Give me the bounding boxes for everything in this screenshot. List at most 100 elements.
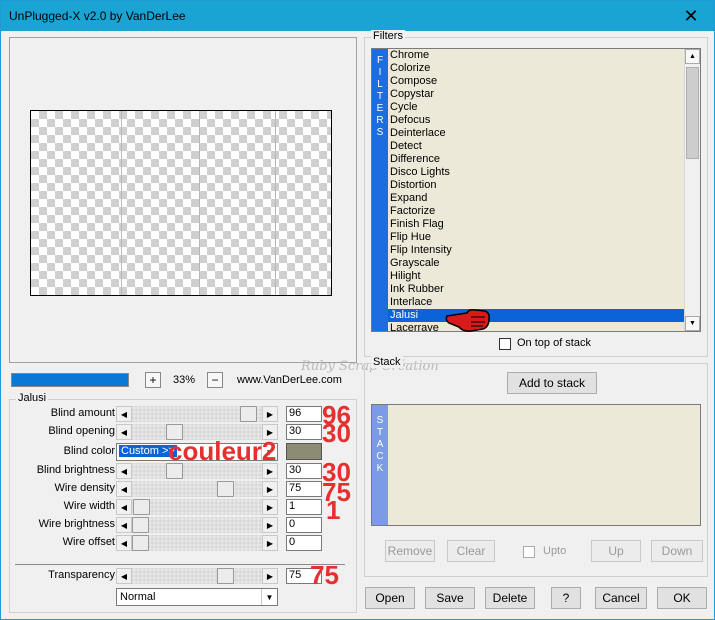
filter-item[interactable]: Chrome — [388, 49, 684, 62]
param-value-input[interactable]: 75 — [286, 481, 322, 497]
slider-track[interactable]: ◀ ▶ — [116, 499, 278, 515]
slider-thumb[interactable] — [165, 463, 183, 479]
progress-fill — [12, 374, 128, 386]
slider-right-arrow-icon[interactable]: ▶ — [262, 406, 278, 422]
param-value-input[interactable]: 1 — [286, 499, 322, 515]
param-label: Wire brightness — [38, 518, 115, 530]
upto-checkbox[interactable] — [523, 546, 535, 558]
filters-list[interactable]: FILTERS Chrome Colorize Compose Copystar Cyc… — [371, 48, 701, 332]
slider-right-arrow-icon[interactable]: ▶ — [262, 463, 278, 479]
down-button[interactable]: Down — [651, 540, 703, 562]
filter-item[interactable]: Lacerrave — [388, 322, 684, 331]
zoom-value: 33% — [173, 374, 196, 386]
filter-item[interactable]: Detect — [388, 140, 684, 153]
param-value-input[interactable]: 0 — [286, 517, 322, 533]
filter-item[interactable]: Distortion — [388, 179, 684, 192]
filters-items: Chrome Colorize Compose Copystar Cycle Defocu… — [388, 49, 684, 331]
save-button[interactable]: Save — [425, 587, 475, 609]
strip-letter: A — [376, 439, 384, 450]
param-wire-width: Wire width ◀ ▶ 1 1 — [10, 497, 355, 523]
on-top-checkbox[interactable] — [499, 338, 511, 350]
scroll-down-arrow-icon[interactable]: ▼ — [685, 316, 700, 331]
param-value-input[interactable]: 30 — [286, 463, 322, 479]
param-value-input[interactable]: 96 — [286, 406, 322, 422]
filter-item[interactable]: Flip Intensity — [388, 244, 684, 257]
filter-item[interactable]: Deinterlace — [388, 127, 684, 140]
slider-track[interactable]: ◀ ▶ — [116, 463, 278, 479]
filter-item[interactable]: Cycle — [388, 101, 684, 114]
param-value-input[interactable]: 30 — [286, 424, 322, 440]
slider-thumb[interactable] — [240, 406, 258, 422]
slider-thumb[interactable] — [216, 481, 234, 497]
slider-left-arrow-icon[interactable]: ◀ — [116, 499, 132, 515]
slider-track[interactable]: ◀ ▶ — [116, 406, 278, 422]
filter-item[interactable]: Finish Flag — [388, 218, 684, 231]
open-button[interactable]: Open — [365, 587, 415, 609]
slider-thumb[interactable] — [132, 517, 149, 533]
blend-mode-value: Normal — [120, 591, 156, 603]
slider-right-arrow-icon[interactable]: ▶ — [262, 499, 278, 515]
help-button[interactable]: ? — [551, 587, 581, 609]
slider-left-arrow-icon[interactable]: ◀ — [116, 406, 132, 422]
filter-item[interactable]: Interlace — [388, 296, 684, 309]
slider-left-arrow-icon[interactable]: ◀ — [116, 481, 132, 497]
slider-left-arrow-icon[interactable]: ◀ — [116, 463, 132, 479]
filter-item[interactable]: Compose — [388, 75, 684, 88]
clear-button[interactable]: Clear — [447, 540, 495, 562]
slider-left-arrow-icon[interactable]: ◀ — [116, 424, 132, 440]
filter-item[interactable]: Ink Rubber — [388, 283, 684, 296]
chevron-down-icon[interactable]: ▼ — [261, 589, 277, 605]
slider-right-arrow-icon[interactable]: ▶ — [262, 568, 278, 584]
strip-letter: T — [376, 427, 384, 438]
slider-right-arrow-icon[interactable]: ▶ — [262, 535, 278, 551]
filter-item[interactable]: Jalusi — [388, 309, 684, 322]
slider-right-arrow-icon[interactable]: ▶ — [262, 481, 278, 497]
filter-item[interactable]: Colorize — [388, 62, 684, 75]
strip-letter: L — [377, 79, 383, 90]
slider-thumb[interactable] — [133, 499, 151, 515]
scroll-up-arrow-icon[interactable]: ▲ — [685, 49, 700, 64]
blind-color-swatch[interactable] — [286, 443, 322, 460]
ok-button[interactable]: OK — [657, 587, 707, 609]
filters-scrollbar[interactable]: ▲ ▼ — [684, 49, 700, 331]
slider-thumb[interactable] — [132, 535, 149, 551]
close-icon[interactable]: ✕ — [668, 1, 714, 31]
param-value-input[interactable]: 0 — [286, 535, 322, 551]
slider-left-arrow-icon[interactable]: ◀ — [116, 535, 132, 551]
add-to-stack-button[interactable]: Add to stack — [507, 372, 597, 394]
remove-button[interactable]: Remove — [385, 540, 435, 562]
slider-track[interactable]: ◀ ▶ — [116, 517, 278, 533]
slider-thumb[interactable] — [216, 568, 234, 584]
filter-item[interactable]: Hilight — [388, 270, 684, 283]
filters-group: Filters FILTERS Chrome Colorize Compose Cop… — [364, 30, 708, 357]
preview-stripe — [275, 111, 276, 295]
slider-left-arrow-icon[interactable]: ◀ — [116, 568, 132, 584]
stack-list[interactable]: STACK — [371, 404, 701, 526]
preview-image[interactable] — [30, 110, 332, 296]
slider-track[interactable]: ◀ ▶ — [116, 568, 278, 584]
zoom-out-button[interactable]: − — [207, 372, 223, 388]
slider-left-arrow-icon[interactable]: ◀ — [116, 517, 132, 533]
param-label: Blind opening — [48, 425, 115, 437]
filter-item[interactable]: Flip Hue — [388, 231, 684, 244]
cancel-button[interactable]: Cancel — [595, 587, 647, 609]
preview-panel — [9, 37, 357, 363]
filter-item[interactable]: Defocus — [388, 114, 684, 127]
delete-button[interactable]: Delete — [485, 587, 535, 609]
annotation-note: 75 — [310, 560, 339, 590]
up-button[interactable]: Up — [591, 540, 641, 562]
blend-mode-select[interactable]: Normal ▼ — [116, 588, 278, 606]
filter-item[interactable]: Copystar — [388, 88, 684, 101]
slider-right-arrow-icon[interactable]: ▶ — [262, 517, 278, 533]
scroll-thumb[interactable] — [686, 67, 699, 159]
zoom-in-button[interactable]: + — [145, 372, 161, 388]
vanderlee-link[interactable]: www.VanDerLee.com — [237, 374, 342, 386]
filter-item[interactable]: Difference — [388, 153, 684, 166]
slider-track[interactable]: ◀ ▶ — [116, 481, 278, 497]
param-label: Transparency — [48, 569, 115, 581]
filter-item[interactable]: Disco Lights — [388, 166, 684, 179]
filter-item[interactable]: Factorize — [388, 205, 684, 218]
filter-item[interactable]: Grayscale — [388, 257, 684, 270]
slider-track[interactable]: ◀ ▶ — [116, 535, 278, 551]
filter-item[interactable]: Expand — [388, 192, 684, 205]
